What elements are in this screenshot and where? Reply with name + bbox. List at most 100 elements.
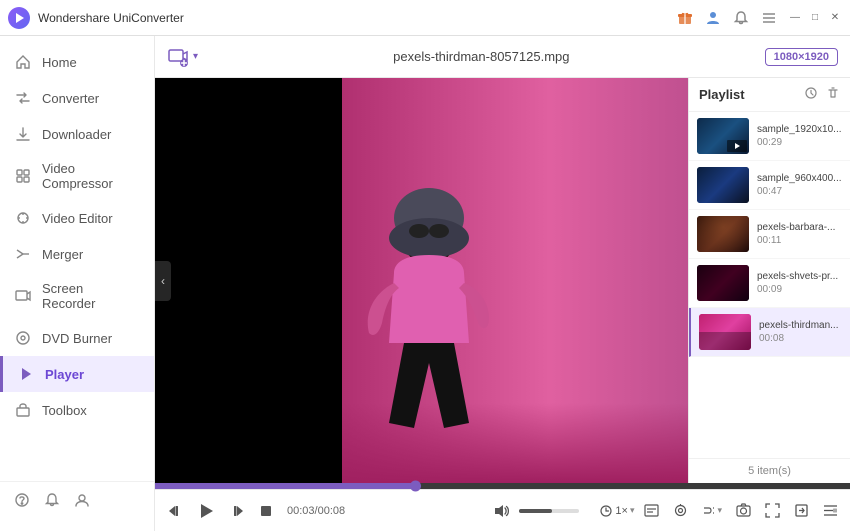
sidebar-item-recorder-label: Screen Recorder — [42, 281, 140, 311]
caption-button[interactable] — [640, 501, 663, 520]
player-toolbar: ▾ pexels-thirdman-8057125.mpg 1080×1920 — [155, 36, 850, 78]
minimize-button[interactable]: — — [788, 11, 802, 25]
sidebar-item-converter-label: Converter — [42, 91, 99, 106]
playlist-header-controls — [804, 86, 840, 103]
playback-time: 00:03/00:08 — [287, 505, 345, 517]
playlist-item-1-duration: 00:29 — [757, 137, 842, 148]
video-player[interactable]: ‹ — [155, 78, 688, 483]
downloader-icon — [14, 125, 32, 143]
snapshot-button[interactable] — [732, 501, 755, 520]
controls-bar: 00:03/00:08 1× ▾ — [155, 489, 850, 531]
resolution-badge: 1080×1920 — [765, 48, 838, 66]
merger-icon — [14, 245, 32, 263]
editor-icon — [14, 209, 32, 227]
profile-icon[interactable] — [74, 492, 90, 513]
player-row: ‹ Playlist — [155, 78, 850, 483]
sidebar-item-player[interactable]: Player — [0, 356, 154, 392]
close-button[interactable]: ✕ — [828, 11, 842, 25]
playlist-item[interactable]: pexels-barbara-... 00:11 — [689, 210, 850, 259]
sidebar-item-merger-label: Merger — [42, 247, 83, 262]
playlist-panel: Playlist — [688, 78, 850, 483]
audio-settings-button[interactable]: ▾ — [698, 502, 726, 520]
seek-bar-thumb — [410, 481, 421, 492]
audio-track-button[interactable] — [669, 501, 692, 520]
toggle-playlist-button[interactable] — [819, 501, 842, 520]
playlist-item-5-name: pexels-thirdman... — [759, 320, 842, 331]
playlist-items: sample_1920x10... 00:29 sample_960x400..… — [689, 112, 850, 458]
playlist-item-2-name: sample_960x400... — [757, 173, 842, 184]
speed-control[interactable]: 1× ▾ — [599, 504, 634, 518]
converter-icon — [14, 89, 32, 107]
sidebar-item-converter[interactable]: Converter — [0, 80, 154, 116]
audio-caret: ▾ — [717, 505, 722, 516]
app-logo — [8, 7, 30, 29]
sidebar: Home Converter Downloader — [0, 36, 155, 531]
content-area: ▾ pexels-thirdman-8057125.mpg 1080×1920 — [155, 36, 850, 531]
playlist-item-active[interactable]: pexels-thirdman... 00:08 — [689, 308, 850, 357]
sidebar-item-video-compressor[interactable]: Video Compressor — [0, 152, 154, 200]
help-icon[interactable] — [14, 492, 30, 513]
playlist-item[interactable]: pexels-shvets-pr... 00:09 — [689, 259, 850, 308]
playlist-item-4-info: pexels-shvets-pr... 00:09 — [757, 271, 842, 295]
volume-button[interactable] — [489, 501, 513, 521]
playlist-item[interactable]: sample_1920x10... 00:29 — [689, 112, 850, 161]
notification-icon[interactable] — [732, 9, 750, 27]
playlist-item-4-duration: 00:09 — [757, 284, 842, 295]
volume-fill — [519, 509, 552, 513]
add-media-button[interactable]: ▾ — [167, 46, 198, 68]
sidebar-item-merger[interactable]: Merger — [0, 236, 154, 272]
sidebar-item-dvd-label: DVD Burner — [42, 331, 112, 346]
forward-button[interactable] — [225, 501, 249, 521]
playlist-item-3-duration: 00:11 — [757, 235, 842, 246]
sidebar-item-downloader[interactable]: Downloader — [0, 116, 154, 152]
playlist-thumb-4 — [697, 265, 749, 301]
home-icon — [14, 53, 32, 71]
playlist-item-count: 5 item(s) — [689, 458, 850, 483]
menu-icon[interactable] — [760, 9, 778, 27]
sidebar-item-screen-recorder[interactable]: Screen Recorder — [0, 272, 154, 320]
playlist-thumb-1 — [697, 118, 749, 154]
sidebar-item-compressor-label: Video Compressor — [42, 161, 140, 191]
volume-slider[interactable] — [519, 509, 579, 513]
rewind-button[interactable] — [163, 501, 187, 521]
playlist-header: Playlist — [689, 78, 850, 112]
playlist-item-3-name: pexels-barbara-... — [757, 222, 842, 233]
sidebar-item-home[interactable]: Home — [0, 44, 154, 80]
app-title: Wondershare UniConverter — [38, 11, 676, 25]
playlist-item-2-duration: 00:47 — [757, 186, 842, 197]
speed-caret: ▾ — [630, 505, 635, 516]
playlist-item-4-name: pexels-shvets-pr... — [757, 271, 842, 282]
playlist-item-3-info: pexels-barbara-... 00:11 — [757, 222, 842, 246]
dvd-icon — [14, 329, 32, 347]
sidebar-item-video-editor[interactable]: Video Editor — [0, 200, 154, 236]
playlist-delete-icon[interactable] — [826, 86, 840, 103]
user-icon[interactable] — [704, 9, 722, 27]
playlist-item-2-info: sample_960x400... 00:47 — [757, 173, 842, 197]
notification-bell-icon[interactable] — [44, 492, 60, 513]
seek-bar[interactable] — [155, 483, 850, 489]
sidebar-item-editor-label: Video Editor — [42, 211, 113, 226]
playlist-item[interactable]: sample_960x400... 00:47 — [689, 161, 850, 210]
play-button[interactable] — [193, 500, 219, 522]
fit-screen-button[interactable] — [790, 501, 813, 520]
maximize-button[interactable]: □ — [808, 11, 822, 25]
playlist-settings-icon[interactable] — [804, 86, 818, 103]
recorder-icon — [14, 287, 32, 305]
titlebar: Wondershare UniConverter — [0, 0, 850, 36]
gift-icon[interactable] — [676, 9, 694, 27]
fullscreen-button[interactable] — [761, 501, 784, 520]
playlist-thumb-2 — [697, 167, 749, 203]
sidebar-item-toolbox-label: Toolbox — [42, 403, 87, 418]
playlist-item-5-info: pexels-thirdman... 00:08 — [759, 320, 842, 344]
playlist-title: Playlist — [699, 87, 745, 102]
stop-button[interactable] — [255, 502, 277, 520]
sidebar-footer — [0, 481, 154, 523]
main-container: Home Converter Downloader — [0, 36, 850, 531]
collapse-playlist-button[interactable]: ‹ — [155, 261, 171, 301]
video-scene — [155, 78, 688, 483]
sidebar-item-dvd-burner[interactable]: DVD Burner — [0, 320, 154, 356]
current-filename: pexels-thirdman-8057125.mpg — [208, 49, 755, 64]
sidebar-item-home-label: Home — [42, 55, 77, 70]
sidebar-item-toolbox[interactable]: Toolbox — [0, 392, 154, 428]
playlist-item-1-info: sample_1920x10... 00:29 — [757, 124, 842, 148]
